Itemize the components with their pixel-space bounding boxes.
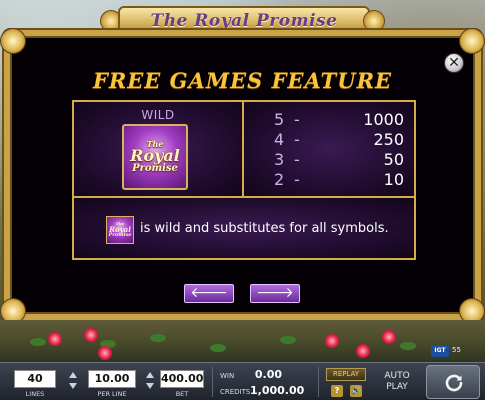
panel-title: FREE GAMES FEATURE [92,68,393,93]
rose-flower [356,344,370,358]
per-line-stepper[interactable] [144,371,156,395]
payout-dash: - [294,150,300,169]
control-bar: 40 LINES 10.00 PER LINE 400.00 BET WIN 0… [0,362,485,400]
payout-dash: - [294,110,300,129]
lines-stepper[interactable] [67,371,79,395]
leaf [280,336,296,344]
credits-label: CREDITS [220,388,251,396]
payout-count: 3 [274,150,285,169]
lines-label: LINES [25,390,45,398]
leaf [400,342,416,350]
logo-promise: Promise [132,163,178,174]
spin-icon [445,374,463,392]
per-line-label: PER LINE [97,390,127,398]
previous-page-button[interactable]: 🡐 [184,284,234,303]
wild-label: WILD [141,108,175,122]
payout-row: 4 - 250 [274,130,404,149]
wild-description: is wild and substitutes for all symbols. [140,221,389,236]
credits-value: 1,000.00 [250,384,305,397]
payout-count: 2 [274,170,285,189]
replay-button[interactable]: REPLAY [326,368,366,381]
payout-row: 3 - 50 [274,150,404,169]
game-title: The Royal Promise [150,11,338,31]
right-arrow-icon: 🡒 [256,285,294,301]
rose-flower [84,328,98,342]
payout-row: 2 - 10 [274,170,404,189]
payout-count: 4 [274,130,285,149]
rating-text: 55 [452,346,461,354]
chevron-down-icon [69,383,77,389]
win-value: 0.00 [254,368,282,381]
auto-play-label: PLAY [386,382,408,392]
flower-decoration [0,320,485,362]
payout-value: 10 [383,170,404,189]
payout-dash: - [294,130,300,149]
payout-count: 5 [274,110,285,129]
frame-corner-ornament [459,28,485,54]
auto-play-button[interactable]: AUTO PLAY [376,368,418,396]
chevron-up-icon [146,372,154,378]
payout-value: 50 [383,150,404,169]
spin-button[interactable] [426,365,480,399]
chevron-up-icon [69,372,77,378]
paytable-grid: WILD The Royal Promise 5 - 1000 4 - 250 … [72,100,416,260]
chevron-down-icon [146,383,154,389]
wild-description-cell: The Royal Promise is wild and substitute… [72,196,416,260]
payout-cell: 5 - 1000 4 - 250 3 - 50 2 - 10 [242,100,416,198]
bet-label: BET [175,390,189,398]
lines-value: 40 [14,370,56,388]
divider [212,367,213,397]
speaker-icon[interactable]: 🔊 [350,385,362,397]
win-label: WIN [220,372,235,380]
bet-value: 400.00 [160,370,204,388]
rose-flower [48,332,62,346]
frame-corner-ornament [0,28,26,54]
close-icon[interactable]: ✕ [444,53,464,73]
rose-flower [325,334,339,348]
payout-value: 250 [373,130,404,149]
leaf [150,334,166,342]
banner-ornament-right [363,10,385,32]
leaf [30,338,46,346]
wild-symbol-icon: The Royal Promise [122,124,188,190]
wild-symbol-cell: WILD The Royal Promise [72,100,244,198]
per-line-value: 10.00 [88,370,136,388]
rose-flower [98,346,112,360]
wild-symbol-mini-icon: The Royal Promise [106,216,134,244]
leaf [210,344,226,352]
auto-play-label: AUTO [384,371,410,381]
logo-royal: Royal [130,146,180,165]
igt-logo: IGT [431,345,449,357]
payout-row: 5 - 1000 [274,110,404,129]
rose-flower [382,330,396,344]
next-page-button[interactable]: 🡒 [250,284,300,303]
left-arrow-icon: 🡐 [190,285,228,301]
payout-dash: - [294,170,300,189]
logo-promise: Promise [108,232,132,238]
help-button[interactable]: ? [331,385,343,397]
payout-value: 1000 [363,110,404,129]
divider [318,367,319,397]
